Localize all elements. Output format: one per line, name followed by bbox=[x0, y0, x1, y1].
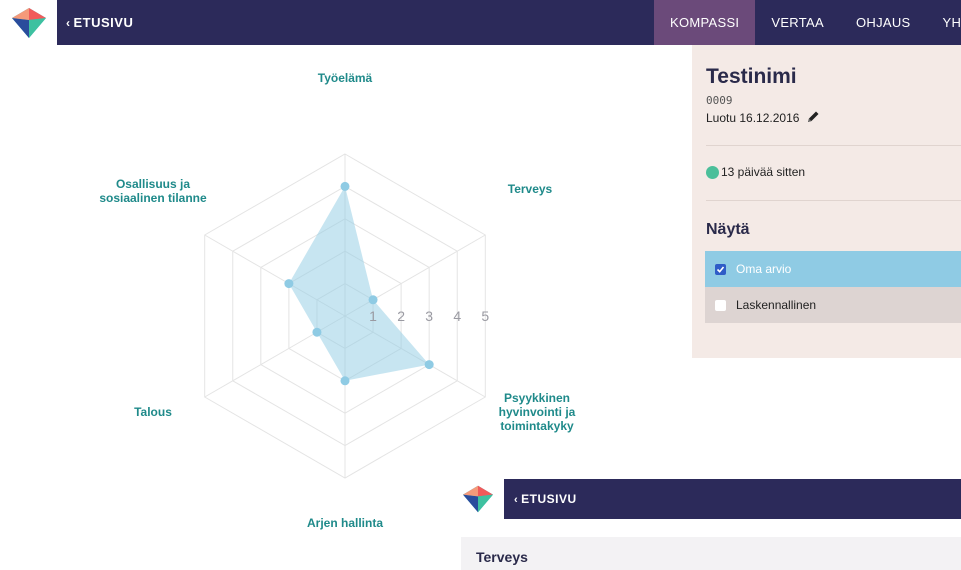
tab-yht[interactable]: YHT bbox=[927, 0, 961, 45]
main-nav: KOMPASSI VERTAA OHJAUS YHT bbox=[654, 0, 961, 45]
axis-label: Talous bbox=[134, 405, 172, 419]
axis-label-line: sosiaalinen tilanne bbox=[99, 191, 207, 205]
back-link-label: ETUSIVU bbox=[521, 492, 577, 506]
option-oma-arvio[interactable]: Oma arvio bbox=[705, 251, 961, 287]
axis-label: Työelämä bbox=[318, 71, 373, 85]
section-card: Terveys bbox=[461, 537, 961, 570]
option-label: Laskennallinen bbox=[736, 298, 817, 312]
pencil-icon[interactable] bbox=[807, 110, 820, 126]
top-navbar: ‹ETUSIVU KOMPASSI VERTAA OHJAUS YHT bbox=[0, 0, 961, 45]
option-laskennallinen[interactable]: Laskennallinen bbox=[705, 287, 961, 323]
axis-label-line: Psyykkinen bbox=[504, 391, 570, 405]
axis-label-line: hyvinvointi ja bbox=[499, 405, 576, 419]
last-activity-text: 13 päivää sitten bbox=[721, 165, 806, 179]
data-point bbox=[312, 327, 322, 337]
divider bbox=[706, 145, 961, 146]
data-point bbox=[284, 279, 294, 289]
back-link-label: ETUSIVU bbox=[73, 15, 134, 30]
app-logo[interactable] bbox=[452, 479, 504, 519]
created-date-text: Luotu 16.12.2016 bbox=[706, 111, 800, 125]
checkbox-unchecked-icon[interactable] bbox=[715, 299, 726, 311]
axis-label-line: Terveys bbox=[508, 182, 553, 196]
scale-tick-label: 2 bbox=[397, 308, 405, 324]
created-date: Luotu 16.12.2016 bbox=[706, 110, 820, 126]
axis-label: Psyykkinen hyvinvointi ja toimintakyky bbox=[499, 391, 576, 433]
back-to-home-link[interactable]: ‹ ETUSIVU bbox=[66, 0, 133, 45]
person-id: 0009 bbox=[706, 94, 733, 107]
divider bbox=[706, 200, 961, 201]
chevron-left-icon: ‹ bbox=[66, 16, 71, 30]
checkbox-checked-icon[interactable] bbox=[715, 263, 726, 275]
secondary-navbar: ‹ ETUSIVU bbox=[452, 479, 961, 519]
data-point bbox=[368, 295, 378, 305]
axis-label: Terveys bbox=[508, 182, 553, 196]
series-area bbox=[288, 186, 430, 381]
tab-vertaa[interactable]: VERTAA bbox=[755, 0, 840, 45]
axis-label-line: Osallisuus ja bbox=[116, 177, 190, 191]
scale-tick-label: 3 bbox=[425, 308, 433, 324]
back-to-home-link[interactable]: ‹ ETUSIVU bbox=[514, 479, 577, 519]
diamond-logo-icon bbox=[463, 485, 493, 513]
person-name: Testinimi bbox=[706, 65, 797, 88]
option-label: Oma arvio bbox=[736, 262, 792, 276]
data-point bbox=[340, 376, 350, 386]
person-panel: Testinimi 0009 Luotu 16.12.2016 13 päivä… bbox=[692, 45, 961, 358]
chevron-left-icon: ‹ bbox=[514, 494, 519, 506]
last-activity: 13 päivää sitten bbox=[706, 165, 805, 179]
tab-kompassi[interactable]: KOMPASSI bbox=[654, 0, 756, 45]
data-point bbox=[340, 181, 350, 191]
app-logo[interactable] bbox=[0, 0, 57, 45]
axis-label: Osallisuus ja sosiaalinen tilanne bbox=[99, 177, 207, 205]
show-section-title: Näytä bbox=[706, 221, 750, 238]
axis-label-line: toimintakyky bbox=[500, 419, 574, 433]
status-dot-icon bbox=[706, 165, 719, 179]
data-point bbox=[424, 360, 434, 370]
axis-label-line: Talous bbox=[134, 405, 172, 419]
section-title: Terveys bbox=[476, 549, 528, 565]
scale-tick-label: 1 bbox=[369, 308, 377, 324]
scale-tick-label: 4 bbox=[453, 308, 461, 324]
diamond-logo-icon bbox=[11, 7, 46, 38]
scale-tick-label: 5 bbox=[481, 308, 489, 324]
axis-label-line: Työelämä bbox=[318, 71, 373, 85]
axis-label-line: Arjen hallinta bbox=[307, 516, 383, 530]
axis-label: Arjen hallinta bbox=[307, 516, 383, 530]
tab-ohjaus[interactable]: OHJAUS bbox=[840, 0, 927, 45]
